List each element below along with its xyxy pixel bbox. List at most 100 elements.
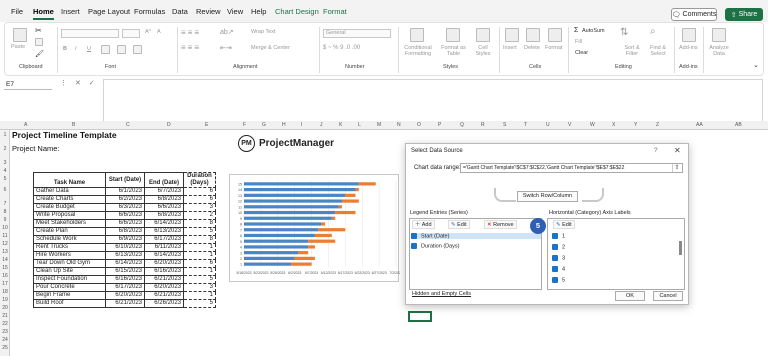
- borders-icon[interactable]: [101, 45, 110, 54]
- duration-cell[interactable]: 3: [183, 203, 216, 212]
- duration-bar[interactable]: [318, 228, 346, 232]
- start-date-cell[interactable]: 6/20/2023: [105, 291, 145, 300]
- duration-cell[interactable]: 5: [183, 299, 216, 308]
- start-bar[interactable]: [244, 233, 315, 238]
- find-select-button[interactable]: Find & Select: [647, 45, 669, 57]
- start-bar[interactable]: [244, 216, 332, 220]
- start-date-cell[interactable]: 6/3/2023: [105, 203, 145, 212]
- column-header-y[interactable]: Y: [634, 122, 637, 128]
- duration-bar[interactable]: [338, 205, 342, 209]
- checkbox-icon[interactable]: [411, 233, 417, 239]
- column-header-a[interactable]: A: [24, 122, 27, 128]
- duration-bar[interactable]: [331, 216, 336, 220]
- series-item[interactable]: Duration (Days): [411, 243, 460, 249]
- duration-bar[interactable]: [345, 193, 356, 197]
- tab-insert[interactable]: Insert: [61, 7, 80, 16]
- start-bar[interactable]: [244, 193, 346, 197]
- duration-cell[interactable]: 1: [183, 243, 216, 252]
- delete-cells-icon[interactable]: [526, 28, 540, 42]
- duration-bar[interactable]: [298, 251, 309, 255]
- task-name-cell[interactable]: Tear Down Old Gym: [33, 259, 106, 268]
- end-date-cell[interactable]: 6/13/2023: [144, 227, 184, 236]
- row-header-21[interactable]: 21: [1, 313, 9, 319]
- row-header-20[interactable]: 20: [1, 305, 9, 311]
- column-header-h[interactable]: H: [282, 122, 286, 128]
- row-header-1[interactable]: 1: [1, 132, 9, 138]
- start-date-cell[interactable]: 6/15/2023: [105, 267, 145, 276]
- row-header-25[interactable]: 25: [1, 345, 9, 351]
- column-header-u[interactable]: U: [546, 122, 550, 128]
- format-cells-button[interactable]: Format: [545, 45, 562, 51]
- row-header-22[interactable]: 22: [1, 321, 9, 327]
- help-icon[interactable]: ?: [654, 147, 658, 154]
- tab-file[interactable]: File: [11, 7, 23, 16]
- row-header-6[interactable]: 6: [1, 187, 9, 193]
- column-header-g[interactable]: G: [262, 122, 266, 128]
- tab-data[interactable]: Data: [172, 7, 188, 16]
- start-date-cell[interactable]: 6/10/2023: [105, 243, 145, 252]
- checkbox-icon[interactable]: [552, 255, 558, 261]
- duration-bar[interactable]: [291, 262, 312, 266]
- start-bar[interactable]: [244, 239, 309, 243]
- wrap-text-button[interactable]: Wrap Text: [251, 29, 276, 35]
- merge-center-button[interactable]: Merge & Center: [251, 45, 290, 51]
- duration-bar[interactable]: [355, 187, 359, 192]
- end-date-cell[interactable]: 6/26/2023: [144, 299, 184, 308]
- end-date-cell[interactable]: 6/17/2023: [144, 235, 184, 244]
- start-date-cell[interactable]: 6/2/2023: [105, 195, 145, 204]
- ribbon-collapse-icon[interactable]: ⌄: [753, 61, 759, 69]
- checkbox-icon[interactable]: [552, 244, 558, 250]
- format-painter-icon[interactable]: 🖌: [35, 50, 44, 58]
- column-header-j[interactable]: J: [320, 122, 323, 128]
- column-header-i[interactable]: I: [301, 122, 302, 128]
- copy-icon[interactable]: [35, 38, 43, 46]
- hidden-empty-cells-button[interactable]: Hidden and Empty Cells: [412, 291, 471, 297]
- task-name-cell[interactable]: Create Budget: [33, 203, 106, 212]
- task-name-cell[interactable]: Hire Workers: [33, 251, 106, 260]
- duration-bar[interactable]: [321, 222, 326, 226]
- ok-button[interactable]: OK: [615, 291, 645, 301]
- gantt-chart[interactable]: 5/18/2023 5/23/2023 5/28/2023 6/2/2023 6/7/2…: [229, 174, 403, 282]
- start-date-cell[interactable]: 6/16/2023: [105, 275, 145, 284]
- analyze-data-icon[interactable]: [712, 28, 726, 42]
- tab-review[interactable]: Review: [196, 7, 221, 16]
- duration-bar[interactable]: [294, 256, 315, 261]
- duration-cell[interactable]: 5: [183, 275, 216, 284]
- end-date-cell[interactable]: 6/21/2023: [144, 291, 184, 300]
- number-format-icons[interactable]: $ ~ % 9 .0 .00: [323, 45, 360, 51]
- font-color-icon[interactable]: [133, 45, 142, 54]
- column-header-f[interactable]: F: [243, 122, 246, 128]
- column-header-n[interactable]: N: [397, 122, 401, 128]
- formula-input[interactable]: [103, 79, 763, 123]
- start-bar[interactable]: [244, 205, 339, 209]
- share-button[interactable]: ⇧ Share: [725, 8, 763, 21]
- cell-styles-icon[interactable]: [476, 28, 490, 42]
- start-bar[interactable]: [244, 256, 295, 261]
- header-duration[interactable]: Duration (Days): [183, 172, 216, 188]
- start-date-cell[interactable]: 6/21/2023: [105, 299, 145, 308]
- end-date-cell[interactable]: 6/16/2023: [144, 267, 184, 276]
- underline-button[interactable]: U: [87, 46, 91, 52]
- addins-icon[interactable]: [682, 28, 696, 42]
- close-icon[interactable]: ✕: [674, 146, 681, 155]
- sort-filter-icon[interactable]: ⇅: [620, 27, 628, 38]
- start-bar[interactable]: [244, 245, 309, 249]
- task-name-cell[interactable]: Gather Data: [33, 187, 106, 196]
- row-header-7[interactable]: 7: [1, 201, 9, 207]
- font-grow-icon[interactable]: A^: [145, 29, 151, 35]
- find-select-icon[interactable]: ⌕: [650, 26, 656, 37]
- start-bar[interactable]: [244, 228, 319, 232]
- cut-icon[interactable]: ✂: [35, 26, 42, 35]
- tab-page-layout[interactable]: Page Layout: [88, 7, 130, 16]
- column-header-w[interactable]: W: [590, 122, 595, 128]
- tab-home[interactable]: Home: [33, 7, 54, 20]
- conditional-formatting-button[interactable]: Conditional Formatting: [401, 45, 435, 57]
- checkbox-icon[interactable]: [552, 266, 558, 272]
- horizontal-align-icons[interactable]: ≡≡≡: [181, 43, 201, 52]
- duration-cell[interactable]: 2: [183, 211, 216, 220]
- chart-data-range-input[interactable]: ='Gantt Chart Template'!$C$7:$C$22,'Gant…: [460, 163, 683, 173]
- start-date-cell[interactable]: 6/13/2023: [105, 251, 145, 260]
- task-name-cell[interactable]: Meet Stakeholders: [33, 219, 106, 228]
- format-cells-icon[interactable]: [548, 28, 562, 42]
- task-name-cell[interactable]: Write Proposal: [33, 211, 106, 220]
